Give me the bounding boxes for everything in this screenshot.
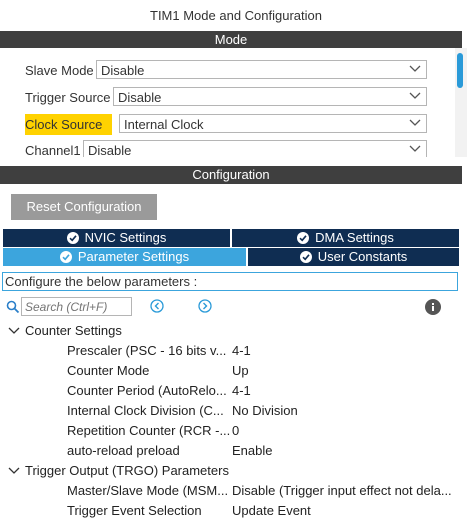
category-label: Trigger Output (TRGO) Parameters [25, 463, 229, 478]
check-circle-icon [297, 232, 310, 244]
param-row[interactable]: Counter Mode Up [0, 361, 462, 381]
trigger-source-value: Disable [118, 90, 162, 105]
mode-panel: Slave Mode Disable Trigger Source Disabl… [0, 48, 455, 157]
mode-header: Mode [0, 31, 462, 48]
param-name: Counter Mode [67, 363, 150, 378]
trigger-source-row: Trigger Source Disable [25, 87, 445, 108]
mode-scrollbar-thumb[interactable] [457, 53, 463, 88]
clock-source-value: Internal Clock [124, 117, 204, 132]
previous-icon[interactable] [150, 299, 164, 313]
slave-mode-value: Disable [101, 63, 145, 78]
tab-parameter-label: Parameter Settings [77, 249, 190, 264]
trigger-source-label: Trigger Source [25, 90, 111, 105]
param-name: Prescaler (PSC - 16 bits v... [67, 343, 227, 358]
channel1-label: Channel1 [25, 143, 81, 157]
tab-user-constants[interactable]: User Constants [248, 248, 459, 266]
clock-source-select[interactable]: Internal Clock [119, 114, 427, 133]
param-value: Enable [232, 443, 273, 458]
search-field[interactable] [21, 297, 132, 316]
param-row[interactable]: Counter Period (AutoRelo... 4-1 [0, 381, 462, 401]
trigger-source-select[interactable]: Disable [113, 87, 427, 106]
param-row[interactable]: Internal Clock Division (C... No Divisio… [0, 401, 462, 421]
slave-mode-row: Slave Mode Disable [25, 60, 445, 81]
clock-source-label: Clock Source [25, 114, 113, 135]
param-value: Up [232, 363, 249, 378]
tab-parameter-settings[interactable]: Parameter Settings [3, 248, 246, 266]
clock-source-row: Clock Source Internal Clock [25, 114, 445, 135]
category-counter-settings[interactable]: Counter Settings [8, 321, 122, 341]
param-value: Disable (Trigger input effect not dela..… [232, 483, 452, 498]
param-name: Master/Slave Mode (MSM... [67, 483, 229, 498]
info-icon[interactable] [425, 299, 441, 315]
chevron-down-icon [8, 327, 20, 334]
param-value: 0 [232, 423, 240, 438]
param-row[interactable]: Trigger Event Selection Update Event [0, 501, 462, 521]
chevron-down-icon [409, 92, 421, 99]
param-row[interactable]: Prescaler (PSC - 16 bits v... 4-1 [0, 341, 462, 361]
param-value: Update Event [232, 503, 311, 518]
configuration-header: Configuration [0, 166, 462, 184]
tab-dma-settings[interactable]: DMA Settings [232, 229, 459, 247]
param-row[interactable]: Master/Slave Mode (MSM... Disable (Trigg… [0, 481, 462, 501]
tab-nvic-settings[interactable]: NVIC Settings [3, 229, 230, 247]
chevron-down-icon [409, 145, 421, 152]
slave-mode-select[interactable]: Disable [96, 60, 427, 79]
configure-hint: Configure the below parameters : [2, 272, 458, 291]
param-row[interactable]: auto-reload preload Enable [0, 441, 462, 461]
category-trigger-output[interactable]: Trigger Output (TRGO) Parameters [8, 461, 229, 481]
tab-dma-label: DMA Settings [315, 230, 394, 245]
next-icon[interactable] [198, 299, 212, 313]
tab-user-constants-label: User Constants [317, 249, 408, 264]
check-circle-icon [299, 251, 312, 263]
chevron-down-icon [409, 65, 421, 72]
channel1-row: Channel1 Disable [25, 140, 445, 157]
param-name: Trigger Event Selection [67, 503, 202, 518]
chevron-down-icon [409, 119, 421, 126]
search-icon[interactable] [6, 300, 20, 314]
param-value: 4-1 [232, 343, 251, 358]
channel1-select[interactable]: Disable [83, 140, 427, 157]
check-circle-icon [59, 251, 72, 263]
param-row[interactable]: Repetition Counter (RCR -... 0 [0, 421, 462, 441]
param-name: Internal Clock Division (C... [67, 403, 224, 418]
param-value: 4-1 [232, 383, 251, 398]
channel1-value: Disable [88, 143, 132, 157]
tab-nvic-label: NVIC Settings [84, 230, 167, 245]
search-input[interactable] [22, 298, 131, 315]
reset-configuration-button[interactable]: Reset Configuration [11, 194, 157, 220]
category-label: Counter Settings [25, 323, 122, 338]
param-name: Counter Period (AutoRelo... [67, 383, 227, 398]
param-value: No Division [232, 403, 298, 418]
slave-mode-label: Slave Mode [25, 63, 94, 78]
param-name: Repetition Counter (RCR -... [67, 423, 231, 438]
chevron-down-icon [8, 467, 20, 474]
window-title: TIM1 Mode and Configuration [0, 0, 472, 30]
param-name: auto-reload preload [67, 443, 180, 458]
check-circle-icon [66, 232, 79, 244]
